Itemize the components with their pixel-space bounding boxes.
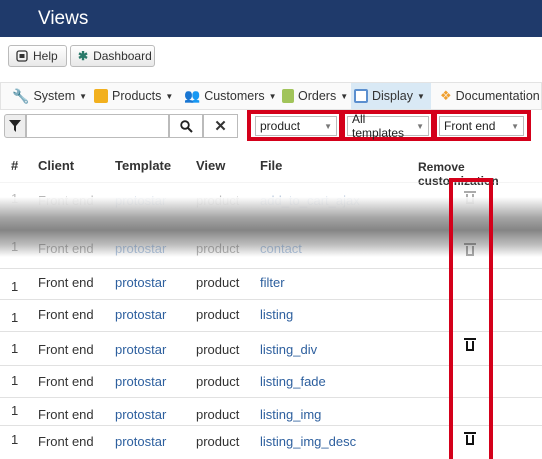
template-select[interactable]: All templates ▼: [347, 112, 429, 140]
chevron-down-icon: ▼: [416, 121, 424, 131]
column-header-file[interactable]: File: [260, 158, 282, 173]
search-icon: [179, 119, 193, 133]
row-file-link[interactable]: contact: [260, 241, 302, 256]
clear-button[interactable]: ✕: [203, 114, 238, 138]
row-template-link[interactable]: protostar: [115, 374, 166, 389]
page-title: Views: [38, 8, 89, 29]
help-button-label: Help: [33, 49, 58, 63]
row-client: Front end: [38, 307, 94, 322]
row-template-link[interactable]: protostar: [115, 275, 166, 290]
menu-item-orders[interactable]: Orders ▼: [279, 83, 351, 109]
menu-item-label: Products: [112, 89, 162, 103]
filter-icon: [9, 120, 21, 132]
client-select-value: Front end: [444, 119, 496, 133]
row-client: Front end: [38, 275, 94, 290]
column-header-template[interactable]: Template: [115, 158, 171, 173]
dashboard-button-label: Dashboard: [93, 49, 152, 63]
client-select[interactable]: Front end ▼: [439, 116, 524, 136]
documentation-icon: ❖: [440, 88, 452, 103]
row-template-link[interactable]: protostar: [115, 342, 166, 357]
menu-bar: 🔧 System ▼ Products ▼ 👥 Customers ▼ Orde…: [0, 82, 542, 110]
search-button[interactable]: [169, 114, 203, 138]
row-file-link[interactable]: listing_img_desc: [260, 434, 356, 449]
row-template-link[interactable]: protostar: [115, 434, 166, 449]
menu-item-system[interactable]: 🔧 System ▼: [9, 83, 90, 109]
row-num: 1: [11, 373, 19, 388]
row-num: 1: [11, 279, 19, 294]
row-num: 1: [11, 432, 19, 447]
customers-icon: 👥: [184, 88, 201, 103]
row-num: 1: [11, 310, 19, 325]
display-icon: [354, 89, 368, 103]
view-select[interactable]: product ▼: [255, 116, 337, 136]
orders-icon: [282, 89, 294, 103]
search-input[interactable]: [26, 114, 169, 138]
row-file-link[interactable]: listing_div: [260, 342, 317, 357]
menu-item-display[interactable]: Display ▼: [351, 83, 431, 109]
row-num: 1: [11, 341, 19, 356]
row-client: Front end: [38, 374, 94, 389]
row-view: product: [196, 241, 240, 256]
wrench-icon: 🔧: [12, 87, 30, 104]
close-icon: ✕: [214, 118, 227, 135]
help-icon: [16, 50, 28, 62]
menu-item-customers[interactable]: 👥 Customers ▼: [181, 83, 280, 109]
caret-down-icon: ▼: [165, 91, 174, 101]
row-num: 1: [11, 403, 19, 418]
menu-item-label: Display: [372, 89, 413, 103]
row-file-link[interactable]: listing_fade: [260, 374, 326, 389]
row-file-link[interactable]: listing_img: [260, 407, 321, 422]
dashboard-icon: ✱: [78, 49, 89, 63]
row-view: product: [196, 342, 240, 357]
row-view: product: [196, 374, 240, 389]
dashboard-button[interactable]: ✱ Dashboard: [70, 45, 155, 67]
caret-down-icon: ▼: [268, 91, 277, 101]
menu-item-products[interactable]: Products ▼: [91, 83, 176, 109]
menu-item-label: Orders: [298, 89, 337, 103]
column-header-view[interactable]: View: [196, 158, 225, 173]
chevron-down-icon: ▼: [511, 121, 519, 131]
caret-down-icon: ▼: [417, 91, 425, 101]
products-icon: [94, 89, 108, 103]
row-view: product: [196, 307, 240, 322]
row-client: Front end: [38, 407, 94, 422]
row-view: product: [196, 407, 240, 422]
chevron-down-icon: ▼: [324, 121, 332, 131]
help-button[interactable]: Help: [8, 45, 67, 67]
caret-down-icon: ▼: [79, 91, 88, 101]
highlight-box: [449, 178, 493, 459]
view-select-value: product: [260, 119, 301, 133]
menu-item-documentation[interactable]: ❖ Documentation: [437, 83, 542, 109]
menu-item-label: Documentation: [455, 89, 540, 103]
template-select-value: All templates: [352, 112, 405, 140]
row-num: 1: [11, 239, 19, 254]
row-client: Front end: [38, 241, 94, 256]
row-template-link[interactable]: protostar: [115, 241, 166, 256]
top-bar: Views: [0, 0, 542, 37]
row-file-link[interactable]: filter: [260, 275, 285, 290]
filter-button[interactable]: [4, 114, 26, 138]
caret-down-icon: ▼: [340, 91, 349, 101]
column-header-client[interactable]: Client: [38, 158, 74, 173]
row-client: Front end: [38, 434, 94, 449]
row-file-link[interactable]: listing: [260, 307, 293, 322]
column-header-num: #: [11, 158, 19, 173]
row-view: product: [196, 434, 240, 449]
row-view: product: [196, 275, 240, 290]
row-template-link[interactable]: protostar: [115, 407, 166, 422]
menu-item-label: System: [33, 89, 76, 103]
row-client: Front end: [38, 342, 94, 357]
row-template-link[interactable]: protostar: [115, 307, 166, 322]
menu-item-label: Customers: [204, 89, 265, 103]
